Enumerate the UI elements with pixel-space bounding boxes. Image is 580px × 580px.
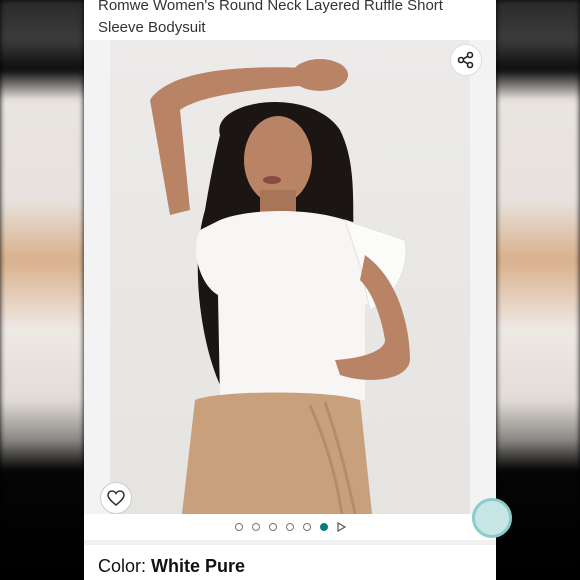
gallery-dot[interactable]	[234, 523, 243, 531]
product-title-line-2: Sleeve Bodysuit	[98, 19, 206, 36]
add-to-wishlist-button[interactable]	[100, 482, 132, 514]
play-icon[interactable]	[336, 522, 346, 532]
gallery-dot[interactable]	[285, 523, 294, 531]
blurred-backdrop-right	[496, 0, 580, 580]
product-page: Romwe Women's Round Neck Layered Ruffle …	[84, 0, 496, 580]
color-value: White Pure	[151, 556, 246, 576]
product-image-gallery[interactable]	[84, 40, 496, 514]
product-title-line-1: Romwe Women's Round Neck Layered Ruffle …	[98, 0, 443, 14]
product-photo[interactable]	[110, 40, 470, 514]
share-button[interactable]	[450, 44, 482, 76]
blurred-backdrop-left	[0, 0, 84, 580]
gallery-dot[interactable]	[268, 523, 277, 531]
gallery-dot[interactable]	[251, 523, 260, 531]
share-icon	[457, 51, 474, 69]
gallery-pagination	[84, 520, 496, 534]
product-title: Romwe Women's Round Neck Layered Ruffle …	[98, 0, 478, 39]
color-label: Color:	[98, 556, 147, 576]
gallery-dot-active[interactable]	[319, 523, 328, 531]
model-illustration	[150, 59, 410, 514]
heart-icon	[107, 490, 125, 506]
floating-assistant-button[interactable]	[472, 498, 512, 538]
gallery-dot[interactable]	[302, 523, 311, 531]
section-divider	[84, 540, 496, 545]
color-variant: Color: White Pure	[98, 556, 245, 577]
